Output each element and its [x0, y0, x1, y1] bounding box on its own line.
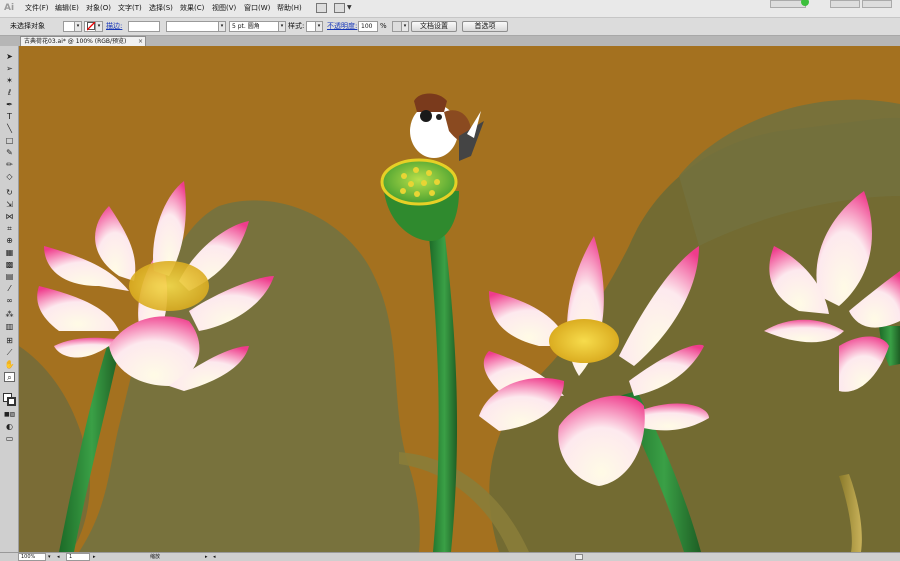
direct-selection-tool-icon[interactable]: ➢ [4, 64, 15, 74]
screen-mode-icon[interactable]: ▭ [4, 434, 15, 444]
graph-icon[interactable]: ▥ [4, 322, 15, 332]
hand-icon[interactable]: ✋ [4, 360, 15, 370]
menu-file[interactable]: 文件(F) [25, 0, 49, 17]
slice-icon[interactable]: ⟋ [4, 348, 15, 358]
menu-object[interactable]: 对象(O) [86, 0, 111, 17]
profile-dropdown[interactable]: ▾ [218, 21, 226, 32]
chevron-down-icon[interactable]: ▼ [347, 4, 352, 11]
app-logo: Ai [4, 3, 15, 13]
artboard-icon[interactable]: ⊞ [4, 336, 15, 346]
window-control-left[interactable] [770, 0, 809, 8]
brush-dropdown[interactable]: ▾ [278, 21, 286, 32]
rectangle-tool-icon[interactable]: □ [4, 136, 15, 146]
sparrow-illustration [410, 93, 484, 161]
free-transform-icon[interactable]: ⌗ [4, 224, 15, 234]
document-setup-button[interactable]: 文档设置 [411, 21, 457, 32]
menu-edit[interactable]: 编辑(E) [55, 0, 79, 17]
control-bar: 未选择对象 ▾ ▾ 描边: ▾ 5 pt. 圆角 ▾ 样式: ▾ 不透明度: 1… [0, 18, 900, 36]
drawing-mode-icon[interactable]: ◐ [4, 422, 15, 432]
type-tool-icon[interactable]: T [4, 112, 15, 122]
perspective-grid-icon[interactable]: ▦ [4, 248, 15, 258]
shape-builder-icon[interactable]: ⊕ [4, 236, 15, 246]
document-tab-bar: 古典荷花03.ai* @ 100% (RGB/预览) × [0, 36, 900, 46]
stroke-dropdown[interactable]: ▾ [95, 21, 103, 32]
fill-dropdown[interactable]: ▾ [74, 21, 82, 32]
stroke-color-swatch[interactable] [7, 397, 16, 406]
eraser-icon[interactable]: ◇ [4, 172, 15, 182]
lotus-artwork [19, 93, 900, 552]
opacity-label[interactable]: 不透明度: [327, 18, 357, 35]
scale-icon[interactable]: ⇲ [4, 200, 15, 210]
menu-view[interactable]: 视图(V) [212, 0, 236, 17]
lotus-seed-pod [380, 158, 459, 241]
percent-sign: % [380, 22, 387, 30]
preferences-button[interactable]: 首选项 [462, 21, 508, 32]
menu-type[interactable]: 文字(T) [118, 0, 142, 17]
symbol-sprayer-icon[interactable]: ⁂ [4, 310, 15, 320]
menu-bar: Ai 文件(F) 编辑(E) 对象(O) 文字(T) 选择(S) 效果(C) 视… [0, 0, 900, 18]
paintbrush-icon[interactable]: ✎ [4, 148, 15, 158]
stroke-weight-field[interactable] [128, 21, 160, 32]
document-tab-title: 古典荷花03.ai* @ 100% (RGB/预览) [24, 38, 127, 45]
blend-icon[interactable]: ∞ [4, 296, 15, 306]
tools-panel: ➤ ➢ ✶ ℓ ✒ T ╲ □ ✎ ✏ ◇ ↻ ⇲ ⋈ ⌗ ⊕ ▦ ▩ ▤ ⁄ … [0, 46, 19, 552]
zoom-icon[interactable]: ⌕ [4, 372, 15, 382]
pencil-icon[interactable]: ✏ [4, 160, 15, 170]
rotate-icon[interactable]: ↻ [4, 188, 15, 198]
menu-effect[interactable]: 效果(C) [180, 0, 204, 17]
bridge-icon[interactable] [316, 3, 327, 13]
recolor-dropdown[interactable]: ▾ [401, 21, 409, 32]
status-dot-icon [801, 0, 809, 6]
mesh-icon[interactable]: ▩ [4, 260, 15, 270]
line-tool-icon[interactable]: ╲ [4, 124, 15, 134]
document-tab[interactable]: 古典荷花03.ai* @ 100% (RGB/预览) × [20, 36, 146, 46]
close-icon[interactable]: × [138, 37, 143, 46]
brush-definition[interactable]: 5 pt. 圆角 [229, 21, 279, 32]
selection-tool-icon[interactable]: ➤ [4, 52, 15, 62]
artboard-canvas[interactable] [19, 46, 900, 552]
pen-tool-icon[interactable]: ✒ [4, 100, 15, 110]
style-dropdown[interactable]: ▾ [315, 21, 323, 32]
opacity-field[interactable]: 100 [358, 21, 378, 32]
maximize-button[interactable] [862, 0, 892, 8]
menu-help[interactable]: 帮助(H) [277, 0, 302, 17]
eyedropper-icon[interactable]: ⁄ [4, 284, 15, 294]
magic-wand-icon[interactable]: ✶ [4, 76, 15, 86]
lasso-icon[interactable]: ℓ [4, 88, 15, 98]
color-mode-icon[interactable]: ■▨ [4, 410, 15, 420]
gradient-icon[interactable]: ▤ [4, 272, 15, 282]
width-tool-icon[interactable]: ⋈ [4, 212, 15, 222]
arrange-documents-icon[interactable] [334, 3, 345, 13]
stroke-label[interactable]: 描边: [106, 18, 122, 35]
selection-status: 未选择对象 [10, 22, 45, 30]
menu-select[interactable]: 选择(S) [149, 0, 173, 17]
variable-width-profile[interactable] [166, 21, 226, 32]
style-label: 样式: [288, 22, 305, 30]
minimize-button[interactable] [830, 0, 860, 8]
horizontal-scrollbar-thumb[interactable] [575, 554, 583, 560]
menu-window[interactable]: 窗口(W) [244, 0, 270, 17]
